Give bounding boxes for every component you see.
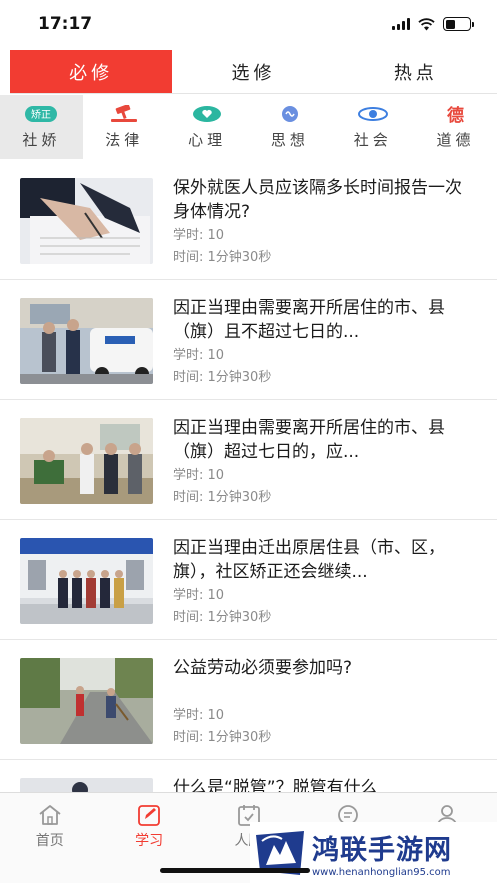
de-character-icon: 德: [447, 106, 465, 126]
nav-label: 首页: [35, 833, 64, 849]
signal-icon: [392, 18, 410, 30]
category-label: 思想: [270, 130, 309, 149]
watermark-title: 鸿联手游网: [312, 834, 452, 866]
article-title: 因正当理由迁出原居住县（市、区，旗），社区矫正还会继续...: [173, 538, 445, 582]
tab-hot[interactable]: 热点: [335, 50, 497, 93]
article-hours: 学时: 10: [173, 588, 225, 603]
jiaozheng-badge-icon: 矫正: [24, 105, 58, 123]
category-label: 心理: [188, 130, 227, 149]
category-society[interactable]: 社会: [331, 95, 414, 159]
watermark: 鸿联手游网 www.henanhonglian95.com: [250, 822, 497, 883]
article-duration: 时间: 1分钟30秒: [173, 370, 272, 385]
tab-required[interactable]: 必修: [10, 50, 173, 93]
home-indicator: [160, 868, 310, 873]
category-label: 法律: [105, 130, 144, 149]
article-title: 公益劳动必须要参加吗?: [173, 658, 353, 678]
edit-icon: [138, 805, 161, 826]
svg-text:矫正: 矫正: [31, 108, 51, 121]
wifi-icon: [418, 17, 435, 30]
article-hours: 学时: 10: [173, 708, 225, 723]
category-ethics[interactable]: 德 道德: [414, 95, 497, 159]
category-label: 道德: [436, 130, 475, 149]
heart-bubble-icon: [190, 105, 224, 123]
status-time: 17:17: [38, 14, 93, 34]
article-thumbnail: [20, 178, 153, 264]
article-duration: 时间: 1分钟30秒: [173, 730, 272, 745]
nav-label: 学习: [135, 833, 164, 849]
tab-elective[interactable]: 选修: [172, 50, 334, 93]
category-label: 社娇: [22, 130, 61, 149]
home-icon: [39, 805, 61, 825]
category-psychology[interactable]: 心理: [166, 95, 249, 159]
article-hours: 学时: 10: [173, 348, 225, 363]
article-duration: 时间: 1分钟30秒: [173, 610, 272, 625]
category-thought[interactable]: 思想: [248, 95, 331, 159]
article-hours: 学时: 10: [173, 468, 225, 483]
brain-icon: [273, 105, 307, 123]
watermark-url: www.henanhonglian95.com: [312, 866, 451, 878]
list-item[interactable]: 因正当理由迁出原居住县（市、区，旗），社区矫正还会继续... 学时: 10 时间…: [0, 520, 497, 640]
orbit-icon: [356, 105, 390, 123]
category-label: 社会: [353, 130, 392, 149]
article-thumbnail: [20, 298, 153, 384]
list-item[interactable]: 因正当理由需要离开所居住的市、县（旗）且不超过七日的... 学时: 10 时间:…: [0, 280, 497, 400]
article-duration: 时间: 1分钟30秒: [173, 250, 272, 265]
article-thumbnail: [20, 538, 153, 624]
top-tabs: 必修 选修 热点: [10, 50, 497, 94]
article-title: 保外就医人员应该隔多长时间报告一次身体情况?: [173, 178, 462, 222]
gavel-icon: [107, 104, 141, 123]
list-item[interactable]: 公益劳动必须要参加吗? 学时: 10 时间: 1分钟30秒: [0, 640, 497, 760]
category-bar: 矫正 社娇 法律 心理 思想 社会 德 道德: [0, 95, 497, 159]
status-icons: [392, 17, 474, 31]
list-item[interactable]: 保外就医人员应该隔多长时间报告一次身体情况? 学时: 10 时间: 1分钟30秒: [0, 160, 497, 280]
article-thumbnail: [20, 418, 153, 504]
article-thumbnail: [20, 658, 153, 744]
article-list: 保外就医人员应该隔多长时间报告一次身体情况? 学时: 10 时间: 1分钟30秒…: [0, 160, 497, 880]
status-bar: 17:17: [0, 0, 497, 48]
category-law[interactable]: 法律: [83, 95, 166, 159]
article-duration: 时间: 1分钟30秒: [173, 490, 272, 505]
battery-icon: [443, 17, 474, 31]
article-title: 因正当理由需要离开所居住的市、县（旗）且不超过七日的...: [173, 298, 445, 342]
article-hours: 学时: 10: [173, 228, 225, 243]
article-title: 因正当理由需要离开所居住的市、县（旗）超过七日的，应...: [173, 418, 445, 462]
list-item[interactable]: 因正当理由需要离开所居住的市、县（旗）超过七日的，应... 学时: 10 时间:…: [0, 400, 497, 520]
category-shejiao[interactable]: 矫正 社娇: [0, 95, 83, 159]
nav-home[interactable]: 首页: [0, 793, 99, 883]
